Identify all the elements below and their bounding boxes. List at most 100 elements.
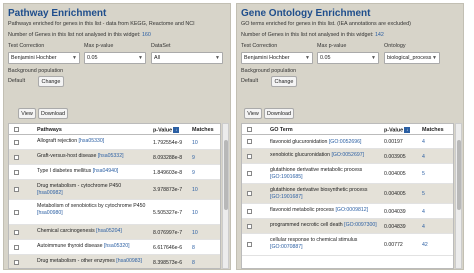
term-name: Chemical carcinogenesis bbox=[37, 228, 95, 234]
select-all-checkbox[interactable] bbox=[14, 127, 19, 132]
row-checkbox[interactable] bbox=[14, 260, 19, 265]
table-row[interactable]: Chemical carcinogenesis [hsa05204] 8.0769… bbox=[9, 225, 220, 240]
row-checkbox[interactable] bbox=[247, 154, 252, 159]
term-id-link[interactable]: [GO:1901685] bbox=[270, 174, 303, 180]
term-id-link[interactable]: [GO:0009812] bbox=[335, 207, 368, 213]
row-term: cellular response to chemical stimulus [… bbox=[270, 237, 380, 250]
row-matches-link[interactable]: 4 bbox=[422, 209, 425, 215]
row-matches-link[interactable]: 4 bbox=[422, 139, 425, 145]
row-checkbox[interactable] bbox=[247, 171, 252, 176]
row-checkbox[interactable] bbox=[247, 224, 252, 229]
row-term: programmed necrotic cell death [GO:00973… bbox=[270, 222, 380, 229]
column-header-pvalue[interactable]: p-Value ↓ bbox=[384, 127, 411, 133]
table-row[interactable]: Metabolism of xenobiotics by cytochrome … bbox=[9, 200, 220, 225]
term-id-link[interactable]: [hsa04940] bbox=[93, 168, 119, 174]
row-matches-link[interactable]: 10 bbox=[192, 210, 198, 216]
table-row[interactable]: glutathione derivative biosynthetic proc… bbox=[242, 184, 453, 204]
sort-icon[interactable]: ↓ bbox=[173, 127, 180, 133]
row-matches-link[interactable]: 10 bbox=[192, 187, 198, 193]
term-id-link[interactable]: [hsa05320] bbox=[104, 243, 130, 249]
dataset-select[interactable]: All ▼ bbox=[151, 52, 223, 64]
term-id-link[interactable]: [hsa05330] bbox=[79, 138, 105, 144]
term-id-link[interactable]: [hsa00983] bbox=[116, 258, 142, 264]
row-checkbox[interactable] bbox=[14, 155, 19, 160]
row-matches-link[interactable]: 4 bbox=[422, 224, 425, 230]
count-text: Number of Genes in this list not analyse… bbox=[241, 32, 374, 38]
term-id-link[interactable]: [hsa00982] bbox=[37, 190, 63, 196]
row-matches-link[interactable]: 42 bbox=[422, 242, 428, 248]
table-scrollbar[interactable] bbox=[455, 123, 462, 269]
row-checkbox[interactable] bbox=[14, 170, 19, 175]
term-name: programmed necrotic cell death bbox=[270, 222, 343, 228]
table-row[interactable]: Drug metabolism - other enzymes [hsa0098… bbox=[9, 255, 220, 268]
dataset-value: All bbox=[154, 55, 160, 61]
change-background-button[interactable]: Change bbox=[38, 76, 64, 87]
table-row[interactable]: flavonoid glucuronidation [GO:0052696] 0.… bbox=[242, 135, 453, 149]
table-row[interactable]: programmed necrotic cell death [GO:00973… bbox=[242, 219, 453, 234]
term-id-link[interactable]: [hsa05332] bbox=[98, 153, 124, 159]
download-button[interactable]: Download bbox=[264, 108, 294, 119]
row-matches-link[interactable]: 4 bbox=[422, 154, 425, 160]
term-id-link[interactable]: [GO:0097300] bbox=[344, 222, 377, 228]
test-correction-select[interactable]: Benjamini Hochber ▼ bbox=[8, 52, 80, 64]
row-matches-link[interactable]: 10 bbox=[192, 230, 198, 236]
term-name: glutathione derivative metabolic process bbox=[270, 167, 363, 173]
term-id-link[interactable]: [GO:0052697] bbox=[331, 152, 364, 158]
row-matches-link[interactable]: 5 bbox=[422, 191, 425, 197]
change-background-button[interactable]: Change bbox=[271, 76, 297, 87]
row-checkbox[interactable] bbox=[14, 210, 19, 215]
row-checkbox[interactable] bbox=[14, 245, 19, 250]
scrollbar-thumb[interactable] bbox=[457, 140, 461, 210]
test-correction-select[interactable]: Benjamini Hochber ▼ bbox=[241, 52, 313, 64]
row-checkbox[interactable] bbox=[247, 209, 252, 214]
widget-description: GO terms enriched for genes in this list… bbox=[241, 21, 411, 27]
max-pvalue-select[interactable]: 0.05 ▼ bbox=[84, 52, 146, 64]
view-button[interactable]: View bbox=[18, 108, 36, 119]
term-id-link[interactable]: [GO:1901687] bbox=[270, 194, 303, 200]
view-button[interactable]: View bbox=[244, 108, 262, 119]
row-matches-link[interactable]: 5 bbox=[422, 171, 425, 177]
scrollbar-thumb[interactable] bbox=[224, 140, 228, 210]
table-row[interactable]: Type I diabetes mellitus [hsa04940] 1.849… bbox=[9, 165, 220, 180]
download-button[interactable]: Download bbox=[38, 108, 68, 119]
table-row[interactable]: Autoimmune thyroid disease [hsa05320] 6.6… bbox=[9, 240, 220, 255]
term-id-link[interactable]: [GO:0070887] bbox=[270, 244, 303, 250]
pathway-enrichment-widget: Pathway Enrichment Pathways enriched for… bbox=[3, 3, 231, 270]
term-id-link[interactable]: [GO:0052696] bbox=[329, 139, 362, 145]
row-checkbox[interactable] bbox=[247, 191, 252, 196]
table-row[interactable]: xenobiotic glucuronidation [GO:0052697] 0… bbox=[242, 149, 453, 164]
row-pvalue: 0.004005 bbox=[384, 171, 406, 177]
term-name: flavonoid glucuronidation bbox=[270, 139, 328, 145]
row-matches-link[interactable]: 10 bbox=[192, 140, 198, 146]
term-name: Metabolism of xenobiotics by cytochrome … bbox=[37, 203, 146, 209]
table-row[interactable]: cellular response to chemical stimulus [… bbox=[242, 234, 453, 256]
column-header-pvalue[interactable]: p-Value ↓ bbox=[153, 127, 180, 133]
row-checkbox[interactable] bbox=[247, 139, 252, 144]
term-id-link[interactable]: [hsa05204] bbox=[96, 228, 122, 234]
table-row[interactable]: flavonoid metabolic process [GO:0009812]… bbox=[242, 204, 453, 219]
table-row[interactable]: Drug metabolism - cytochrome P450 [hsa00… bbox=[9, 180, 220, 200]
sort-icon[interactable]: ↓ bbox=[404, 127, 411, 133]
row-checkbox[interactable] bbox=[14, 140, 19, 145]
table-row[interactable]: Allograft rejection [hsa05330] 1.792554e-… bbox=[9, 135, 220, 150]
go-results-table: GO Term p-Value ↓ Matches flavonoid glucu… bbox=[241, 123, 454, 269]
ontology-select[interactable]: biological_process ▼ bbox=[384, 52, 440, 64]
widget-title: Gene Ontology Enrichment bbox=[241, 8, 371, 19]
row-checkbox[interactable] bbox=[247, 242, 252, 247]
term-id-link[interactable]: [hsa00980] bbox=[37, 210, 63, 216]
row-checkbox[interactable] bbox=[14, 230, 19, 235]
not-analysed-link[interactable]: 142 bbox=[375, 32, 384, 38]
row-checkbox[interactable] bbox=[14, 187, 19, 192]
row-matches-link[interactable]: 8 bbox=[192, 245, 195, 251]
background-default-text: Default bbox=[8, 78, 26, 84]
row-matches-link[interactable]: 8 bbox=[192, 260, 195, 266]
not-analysed-link[interactable]: 160 bbox=[142, 32, 151, 38]
select-all-checkbox[interactable] bbox=[247, 127, 252, 132]
max-pvalue-select[interactable]: 0.05 ▼ bbox=[317, 52, 379, 64]
table-scrollbar[interactable] bbox=[222, 123, 229, 269]
table-row[interactable]: glutathione derivative metabolic process… bbox=[242, 164, 453, 184]
table-row[interactable]: Graft-versus-host disease [hsa05332] 8.09… bbox=[9, 150, 220, 165]
row-matches-link[interactable]: 9 bbox=[192, 170, 195, 176]
row-term: Type I diabetes mellitus [hsa04940] bbox=[37, 168, 147, 175]
row-matches-link[interactable]: 9 bbox=[192, 155, 195, 161]
